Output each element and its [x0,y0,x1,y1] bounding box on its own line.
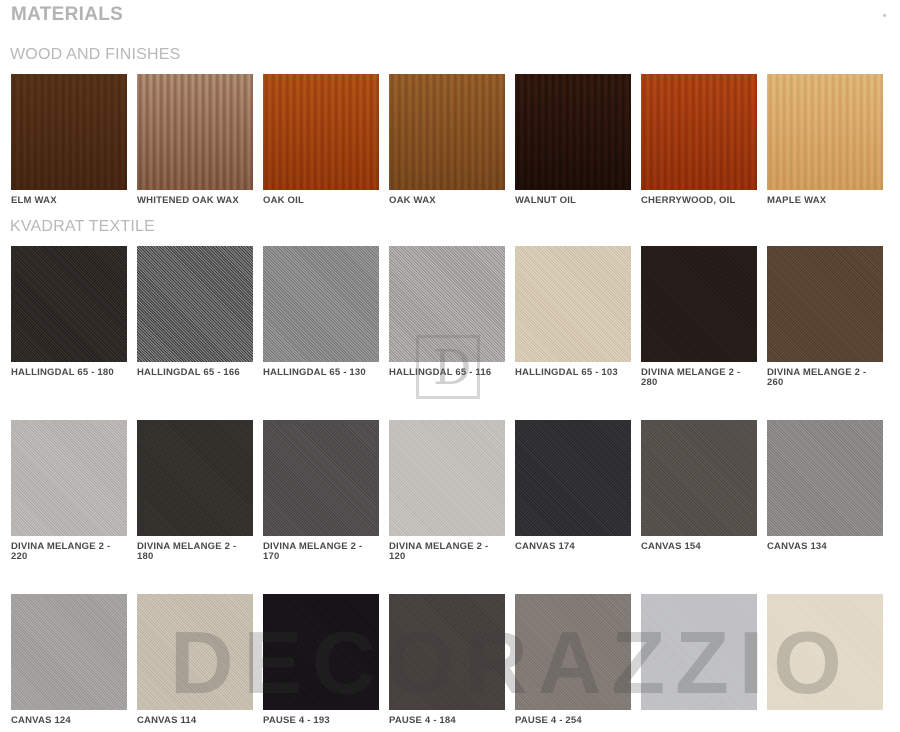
material-chip[interactable] [641,74,757,190]
swatch-label: WHITENED OAK WAX [137,195,239,206]
material-chip[interactable] [11,246,127,362]
swatch-label: OAK WAX [389,195,436,206]
swatch-label: MAPLE WAX [767,195,827,206]
material-chip[interactable] [515,246,631,362]
swatch-label: ELM WAX [11,195,57,206]
swatch-label: CANVAS 114 [137,715,197,726]
swatch-label: PAUSE 4 - 254 [515,715,582,726]
swatch-label: DIVINA MELANGE 2 - 120 [389,541,489,562]
material-chip[interactable] [137,594,253,710]
swatch-label: PAUSE 4 - 193 [263,715,330,726]
material-chip[interactable] [515,420,631,536]
material-chip[interactable] [263,74,379,190]
material-chip[interactable] [767,246,883,362]
swatch-label: PAUSE 4 - 184 [389,715,456,726]
swatch-label: OAK OIL [263,195,304,206]
swatch-label: DIVINA MELANGE 2 - 180 [137,541,237,562]
material-chip[interactable] [11,420,127,536]
swatch-label: WALNUT OIL [515,195,577,206]
swatch-label: DIVINA MELANGE 2 - 260 [767,367,867,388]
swatch-label: CHERRYWOOD, OIL [641,195,736,206]
material-chip[interactable] [767,594,883,710]
swatch-label: HALLINGDAL 65 - 103 [515,367,618,378]
swatch-label: HALLINGDAL 65 - 130 [263,367,366,378]
swatch-label: HALLINGDAL 65 - 180 [11,367,114,378]
material-chip[interactable] [389,420,505,536]
material-chip[interactable] [137,420,253,536]
swatch-label: CANVAS 154 [641,541,701,552]
material-chip[interactable] [641,246,757,362]
menu-dot-icon[interactable] [883,14,886,17]
material-chip[interactable] [767,420,883,536]
material-chip[interactable] [389,246,505,362]
swatch-label: CANVAS 134 [767,541,827,552]
section-title-wood: WOOD AND FINISHES [10,46,181,63]
material-chip[interactable] [263,594,379,710]
material-chip[interactable] [641,594,757,710]
section-title-textile: KVADRAT TEXTILE [10,218,155,235]
swatch-label: DIVINA MELANGE 2 - 220 [11,541,111,562]
page-title: MATERIALS [11,4,124,25]
material-chip[interactable] [263,420,379,536]
material-chip[interactable] [389,74,505,190]
swatch-label: CANVAS 174 [515,541,575,552]
material-chip[interactable] [767,74,883,190]
material-chip[interactable] [11,74,127,190]
swatch-label: HALLINGDAL 65 - 116 [389,367,492,378]
swatch-label: CANVAS 124 [11,715,71,726]
swatch-label: DIVINA MELANGE 2 - 170 [263,541,363,562]
material-chip[interactable] [137,246,253,362]
material-chip[interactable] [11,594,127,710]
material-chip[interactable] [515,74,631,190]
swatch-label: HALLINGDAL 65 - 166 [137,367,240,378]
material-chip[interactable] [515,594,631,710]
material-chip[interactable] [137,74,253,190]
material-chip[interactable] [263,246,379,362]
material-chip[interactable] [641,420,757,536]
swatch-label: DIVINA MELANGE 2 - 280 [641,367,741,388]
material-chip[interactable] [389,594,505,710]
